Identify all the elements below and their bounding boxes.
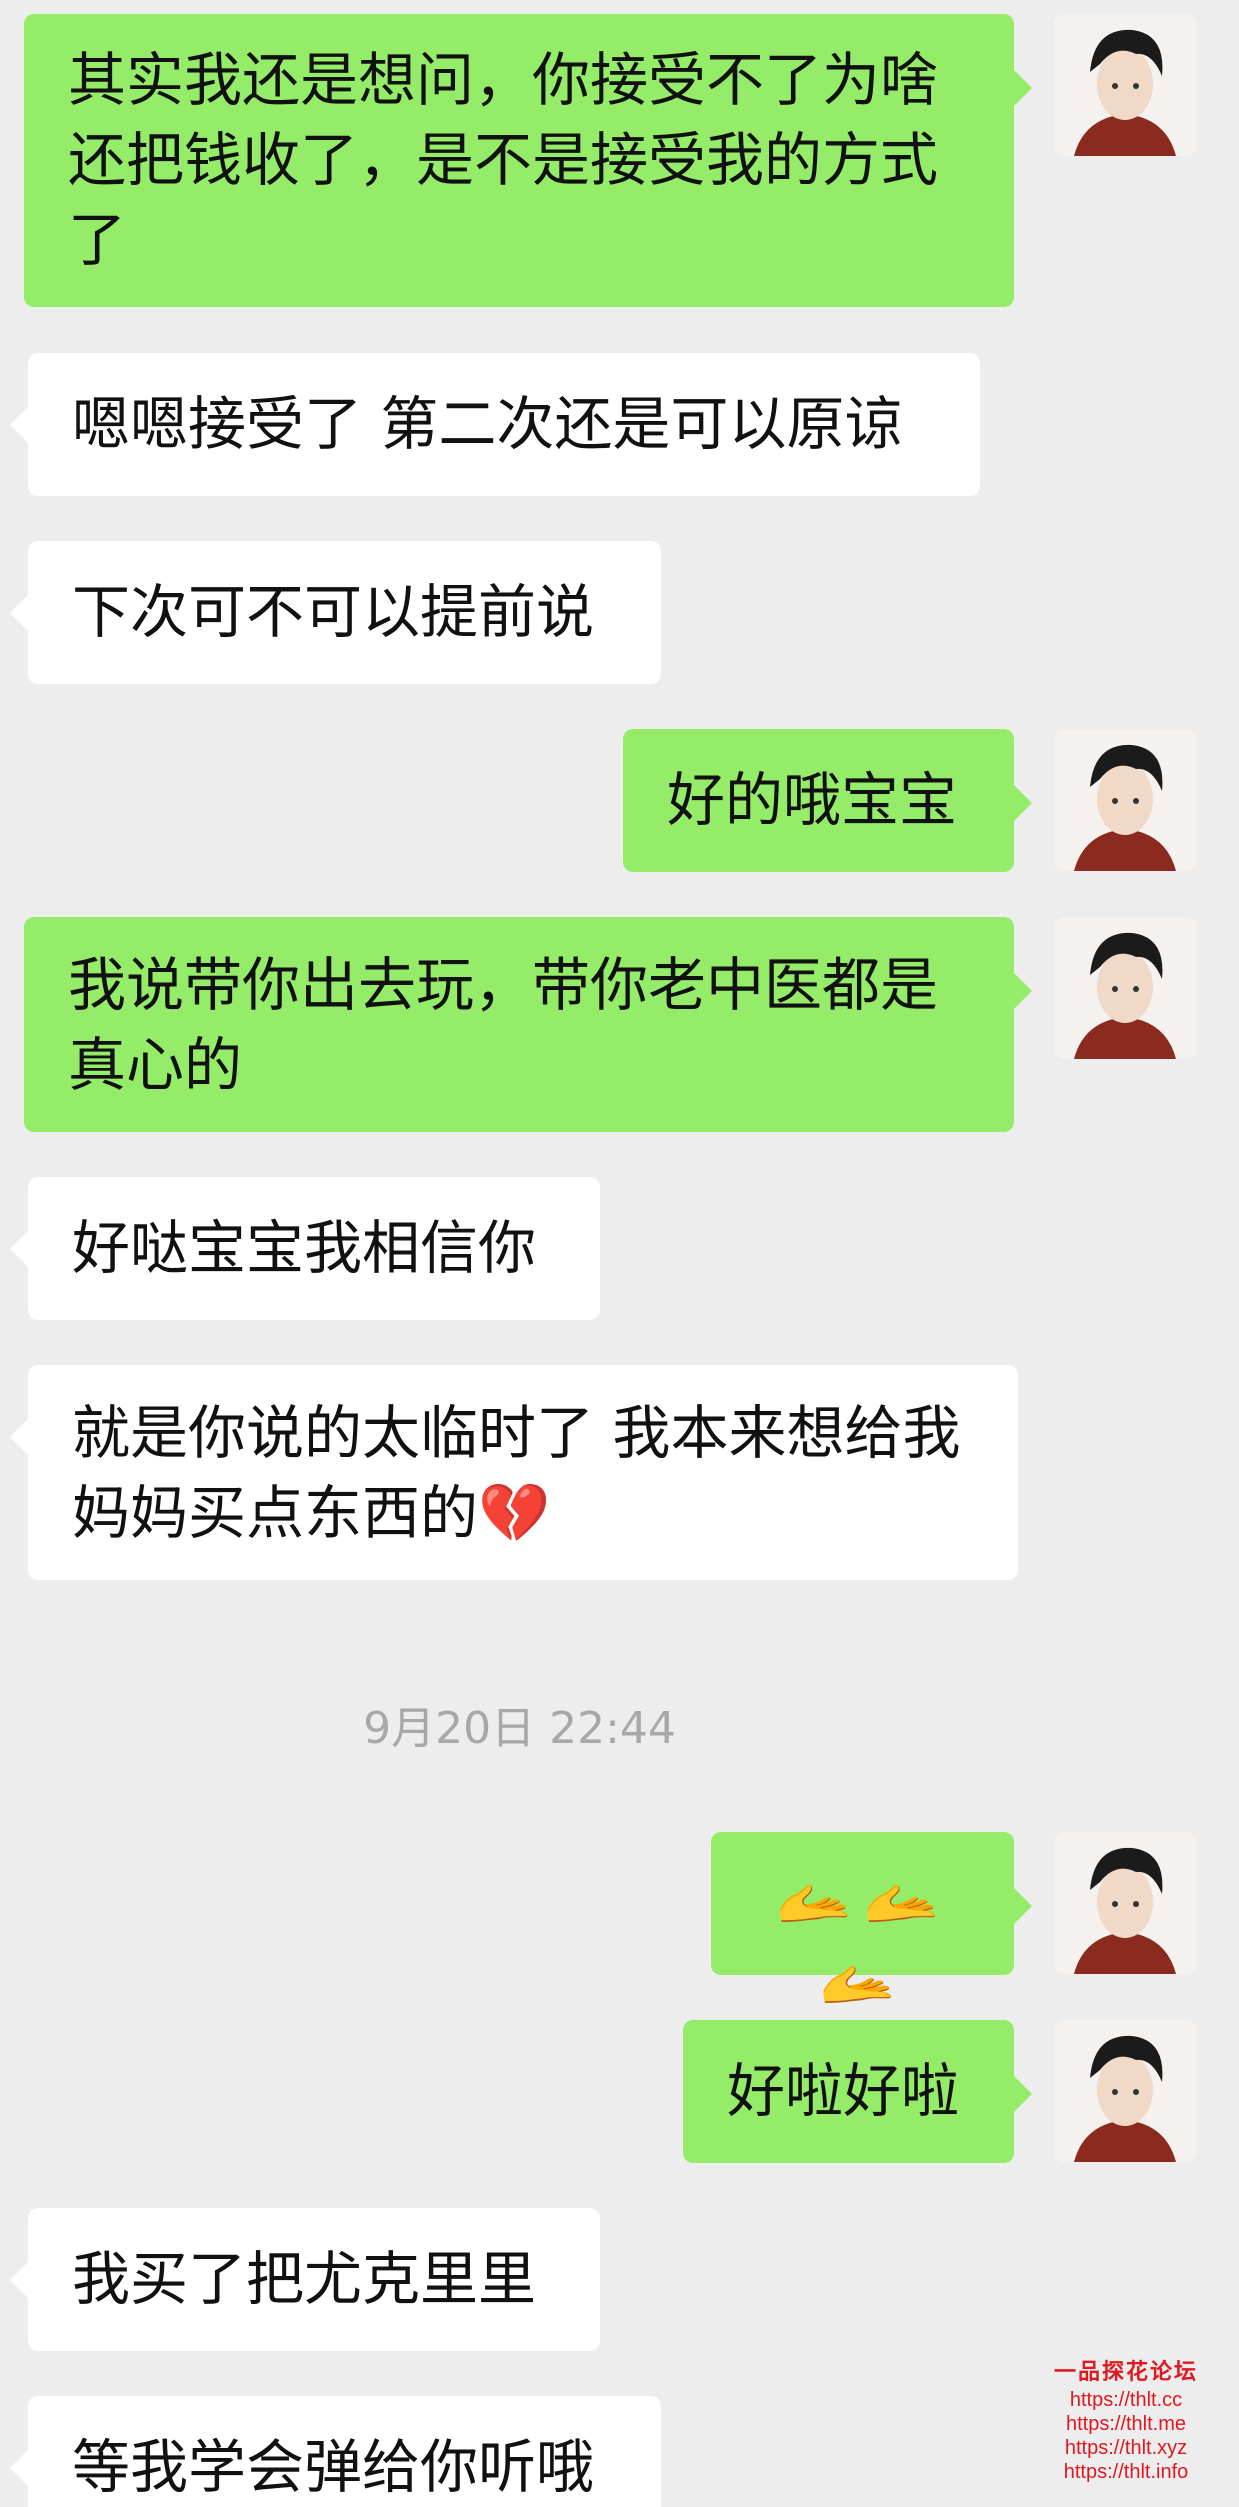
message-bubble-incoming[interactable]: 好哒宝宝我相信你	[10, 1177, 600, 1320]
message-text: 好的哦宝宝	[667, 766, 958, 834]
watermark-url: https://thlt.info	[1063, 2461, 1189, 2483]
avatar[interactable]	[1054, 1832, 1196, 1974]
avatar[interactable]	[1054, 14, 1196, 156]
avatar-portrait-icon	[1054, 2020, 1196, 2162]
message-bubble-outgoing[interactable]: 🫴🫴🫴	[711, 1832, 1032, 2020]
message-bubble-outgoing[interactable]: 其实我还是想问，你接受不了为啥还把钱收了，是不是接受我的方式了	[24, 14, 1032, 307]
message-text: 嗯嗯接受了 第二次还是可以原谅	[72, 390, 903, 458]
message-text: 其实我还是想问，你接受不了为啥还把钱收了，是不是接受我的方式了	[68, 46, 939, 274]
watermark: 一品探花论坛 https://thlt.cc https://thlt.me h…	[1016, 2356, 1236, 2484]
avatar-portrait-icon	[1054, 729, 1196, 871]
avatar-portrait-icon	[1054, 917, 1196, 1059]
message-text: 我买了把尤克里里	[72, 2245, 537, 2313]
message-text: 好哒宝宝我相信你	[72, 1214, 537, 1282]
message-text: 就是你说的太临时了 我本来想给我妈妈买点东西的💔	[72, 1399, 961, 1547]
message-text: 下次可不可以提前说	[72, 578, 595, 646]
message-text: 我说带你出去玩，带你老中医都是真心的	[68, 951, 939, 1099]
message-bubble-outgoing[interactable]: 好啦好啦	[683, 2020, 1032, 2163]
message-bubble-incoming[interactable]: 嗯嗯接受了 第二次还是可以原谅	[10, 353, 980, 496]
message-text: 等我学会弹给你听哦	[72, 2433, 595, 2501]
message-bubble-incoming[interactable]: 下次可不可以提前说	[10, 541, 661, 684]
watermark-url: https://thlt.me	[1065, 2413, 1187, 2435]
avatar-portrait-icon	[1054, 1832, 1196, 1974]
message-bubble-outgoing[interactable]: 我说带你出去玩，带你老中医都是真心的	[24, 917, 1032, 1132]
message-bubble-outgoing[interactable]: 好的哦宝宝	[623, 729, 1032, 872]
avatar[interactable]	[1054, 729, 1196, 871]
watermark-url: https://thlt.cc	[1069, 2389, 1183, 2411]
avatar-portrait-icon	[1054, 14, 1196, 156]
avatar[interactable]	[1054, 2020, 1196, 2162]
message-emoji: 🫴🫴🫴	[775, 1866, 950, 2020]
message-bubble-incoming[interactable]: 我买了把尤克里里	[10, 2208, 600, 2351]
watermark-url: https://thlt.xyz	[1064, 2437, 1188, 2459]
message-bubble-incoming[interactable]: 等我学会弹给你听哦	[10, 2396, 661, 2507]
avatar[interactable]	[1054, 917, 1196, 1059]
message-bubble-incoming[interactable]: 就是你说的太临时了 我本来想给我妈妈买点东西的💔	[10, 1365, 1018, 1580]
watermark-title: 一品探花论坛	[1053, 2359, 1198, 2384]
message-text: 好啦好啦	[727, 2057, 960, 2125]
timestamp: 9月20日 22:44	[363, 1703, 676, 1754]
